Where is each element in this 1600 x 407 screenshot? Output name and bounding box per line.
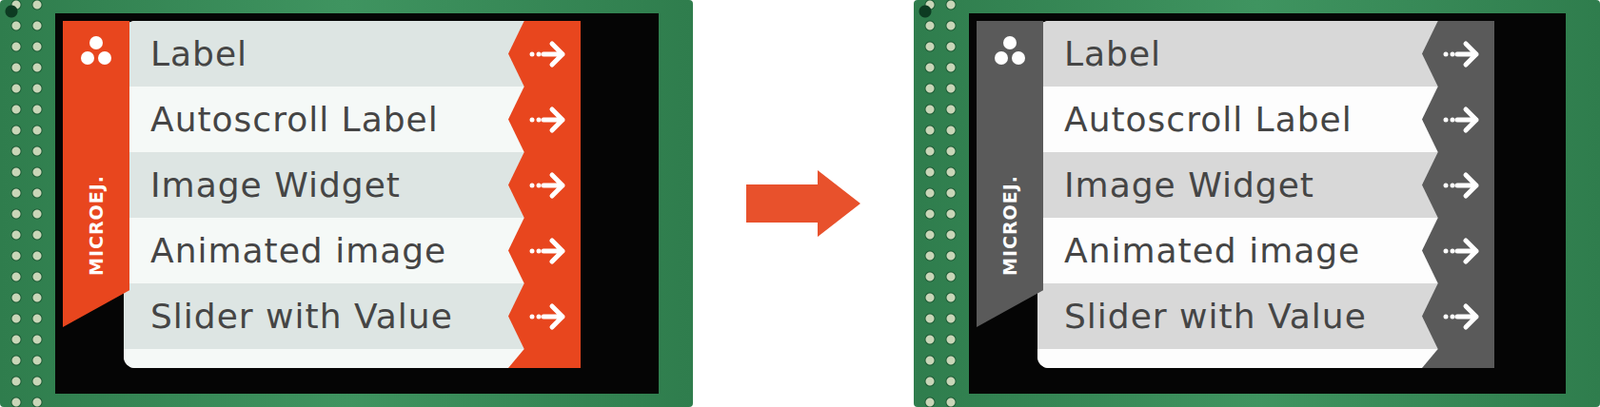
open-button[interactable]: [508, 86, 581, 153]
arrow-icon: [528, 234, 569, 269]
list-row[interactable]: Animated image: [1037, 217, 1495, 284]
arrow-icon: [528, 299, 569, 335]
widget-list: Label Autoscroll Label Image Widget Animate…: [123, 20, 581, 369]
open-button[interactable]: [1422, 152, 1495, 218]
row-label: Animated image: [1037, 227, 1423, 275]
row-label: Image Widget: [123, 161, 509, 209]
row-label: Label: [123, 30, 509, 78]
open-button[interactable]: [508, 152, 581, 218]
widget-list: Label Autoscroll Label Image Widget Animate…: [1037, 20, 1495, 369]
list-row[interactable]: Autoscroll Label: [1037, 86, 1495, 153]
transition-gap: [692, 0, 914, 407]
row-label: Label: [1037, 30, 1423, 78]
list-row[interactable]: Animated image: [123, 217, 581, 284]
logo-icon: [992, 34, 1028, 69]
brand-label: MICROEJ.: [85, 175, 107, 277]
list-row[interactable]: Slider with Value: [1037, 283, 1495, 350]
open-button[interactable]: [1422, 283, 1495, 350]
device-board: MICROEJ. Label Autoscroll Label Image Widge…: [0, 0, 693, 407]
sidebar: MICROEJ.: [976, 20, 1044, 328]
transition-arrow-icon: [746, 170, 861, 238]
open-button[interactable]: [508, 283, 581, 350]
list-row[interactable]: Label: [123, 20, 581, 87]
list-row[interactable]: Label: [1037, 20, 1495, 87]
list-row[interactable]: Image Widget: [123, 152, 581, 218]
partial-badge: [1422, 349, 1495, 369]
arrow-icon: [1441, 299, 1482, 335]
list-row[interactable]: Image Widget: [1037, 152, 1495, 218]
device-screen: MICROEJ. Label Autoscroll Label Image Widge…: [55, 13, 659, 395]
list-row-partial: [123, 349, 581, 369]
row-label: Image Widget: [1037, 161, 1423, 209]
brand-box: MICROEJ.: [67, 154, 125, 297]
partial-badge: [508, 349, 581, 369]
open-button[interactable]: [1422, 86, 1495, 153]
open-button[interactable]: [508, 217, 581, 284]
brand-box: MICROEJ.: [981, 154, 1039, 297]
open-button[interactable]: [1422, 217, 1495, 284]
arrow-icon: [528, 102, 569, 138]
arrow-icon: [1441, 37, 1482, 72]
row-label: Slider with Value: [123, 293, 509, 340]
arrow-icon: [1441, 234, 1482, 269]
row-label: Autoscroll Label: [123, 96, 509, 143]
sidebar: MICROEJ.: [62, 20, 130, 328]
arrow-icon: [1441, 102, 1482, 138]
arrow-icon: [528, 37, 569, 72]
open-button[interactable]: [1422, 20, 1495, 87]
open-button[interactable]: [508, 20, 581, 87]
row-label: Animated image: [123, 227, 509, 275]
arrow-icon: [1441, 168, 1482, 203]
list-row[interactable]: Slider with Value: [123, 283, 581, 350]
device-screen: MICROEJ. Label Autoscroll Label Image Widge…: [968, 13, 1566, 395]
row-label: Slider with Value: [1037, 293, 1423, 340]
brand-label: MICROEJ.: [999, 175, 1021, 277]
device-board: MICROEJ. Label Autoscroll Label Image Widge…: [913, 0, 1600, 407]
arrow-icon: [528, 168, 569, 203]
row-label: Autoscroll Label: [1037, 96, 1423, 143]
list-row[interactable]: Autoscroll Label: [123, 86, 581, 153]
logo-icon: [79, 34, 114, 69]
list-row-partial: [1037, 349, 1495, 369]
